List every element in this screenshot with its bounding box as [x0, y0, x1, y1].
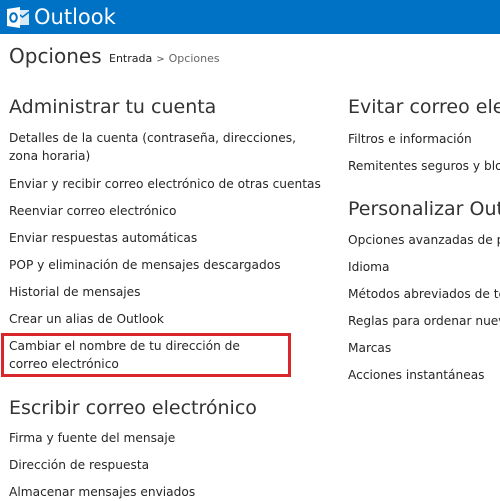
- link-save-sent[interactable]: Almacenar mensajes enviados: [9, 483, 195, 501]
- outlook-logo-icon[interactable]: [7, 7, 29, 28]
- link-safe-blocked-senders[interactable]: Remitentes seguros y bloc: [348, 157, 500, 175]
- top-bar: Outlook: [0, 0, 500, 34]
- link-forward-email[interactable]: Reenviar correo electrónico: [9, 202, 176, 220]
- link-signature-font[interactable]: Firma y fuente del mensaje: [9, 429, 175, 447]
- link-send-receive-other-accounts[interactable]: Enviar y recibir correo electrónico de o…: [9, 175, 321, 193]
- page-title: Opciones: [9, 44, 102, 68]
- link-message-history[interactable]: Historial de mensajes: [9, 283, 141, 301]
- link-language[interactable]: Idioma: [348, 258, 390, 276]
- breadcrumb: Entrada > Opciones: [109, 52, 220, 65]
- link-instant-actions[interactable]: Acciones instantáneas: [348, 366, 485, 384]
- link-auto-replies[interactable]: Enviar respuestas automáticas: [9, 229, 197, 247]
- link-keyboard-shortcuts[interactable]: Métodos abreviados de te: [348, 285, 500, 303]
- section-heading-write: Escribir correo electrónico: [9, 397, 257, 419]
- link-reply-address[interactable]: Dirección de respuesta: [9, 456, 149, 474]
- highlight-box: [1, 333, 291, 377]
- link-advanced-privacy[interactable]: Opciones avanzadas de pr: [348, 231, 500, 249]
- section-heading-junk: Evitar correo elect: [348, 96, 500, 118]
- breadcrumb-home-link[interactable]: Entrada: [109, 52, 152, 65]
- link-flags[interactable]: Marcas: [348, 339, 391, 357]
- link-account-details[interactable]: Detalles de la cuenta (contraseña, direc…: [9, 129, 314, 165]
- link-pop-deletion[interactable]: POP y eliminación de mensajes descargado…: [9, 256, 281, 274]
- section-heading-account: Administrar tu cuenta: [9, 96, 217, 118]
- link-create-alias[interactable]: Crear un alias de Outlook: [9, 310, 164, 328]
- breadcrumb-current: Opciones: [168, 52, 220, 65]
- breadcrumb-separator: >: [156, 54, 165, 65]
- link-rules-sorting[interactable]: Reglas para ordenar nueve: [348, 312, 500, 330]
- link-filters-reports[interactable]: Filtros e información: [348, 130, 472, 148]
- section-heading-customize: Personalizar Outlo: [348, 198, 500, 220]
- brand-name[interactable]: Outlook: [34, 4, 116, 30]
